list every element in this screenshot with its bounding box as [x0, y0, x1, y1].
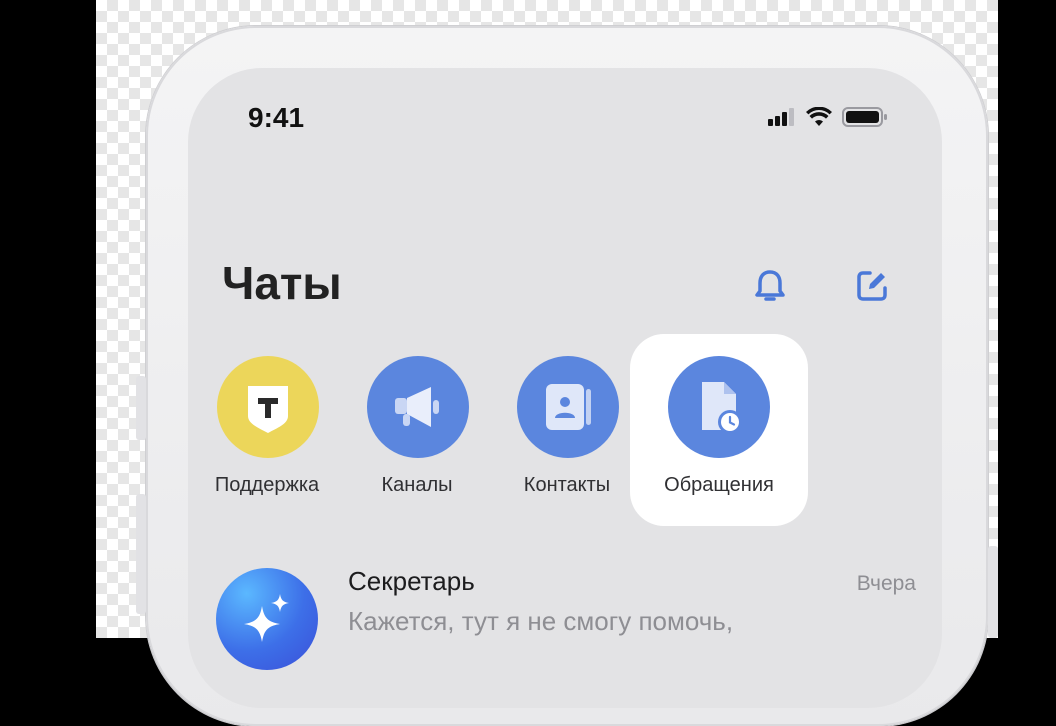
bell-icon[interactable]: [750, 266, 790, 306]
requests-icon: [668, 356, 770, 458]
chat-time: Вчера: [856, 572, 916, 595]
story-label: Обращения: [664, 474, 774, 496]
sparkle-icon: [216, 568, 318, 670]
phone-side-button: [136, 376, 146, 440]
story-support[interactable]: Поддержка: [192, 334, 342, 524]
phone-side-button: [136, 494, 146, 614]
story-requests[interactable]: Обращения: [630, 334, 808, 526]
chat-name: Секретарь: [348, 566, 475, 596]
chat-row-secretary[interactable]: Секретарь Вчера Кажется, тут я не смогу …: [188, 562, 942, 682]
stories-row: Поддержка Каналы Контакты Обращения: [188, 334, 942, 526]
edit-icon[interactable]: [852, 266, 892, 306]
wifi-icon: [806, 106, 832, 132]
chat-preview: Кажется, тут я не смогу помочь,: [348, 606, 734, 636]
contacts-icon: [517, 356, 619, 458]
phone-power-button: [988, 546, 998, 638]
story-contacts[interactable]: Контакты: [492, 334, 642, 524]
status-time: 9:41: [248, 102, 305, 133]
battery-icon: [842, 106, 888, 133]
story-channels[interactable]: Каналы: [342, 334, 492, 524]
page-title: Чаты: [222, 257, 342, 309]
support-logo-icon: [217, 356, 319, 458]
status-icons: [768, 106, 888, 133]
phone-screen: 9:41 Чаты Поддержка Каналы Контакты Обра…: [188, 68, 942, 708]
signal-icon: [768, 108, 796, 131]
story-label: Контакты: [523, 474, 611, 496]
megaphone-icon: [367, 356, 469, 458]
story-label: Каналы: [381, 474, 453, 496]
story-label: Поддержка: [214, 474, 320, 496]
